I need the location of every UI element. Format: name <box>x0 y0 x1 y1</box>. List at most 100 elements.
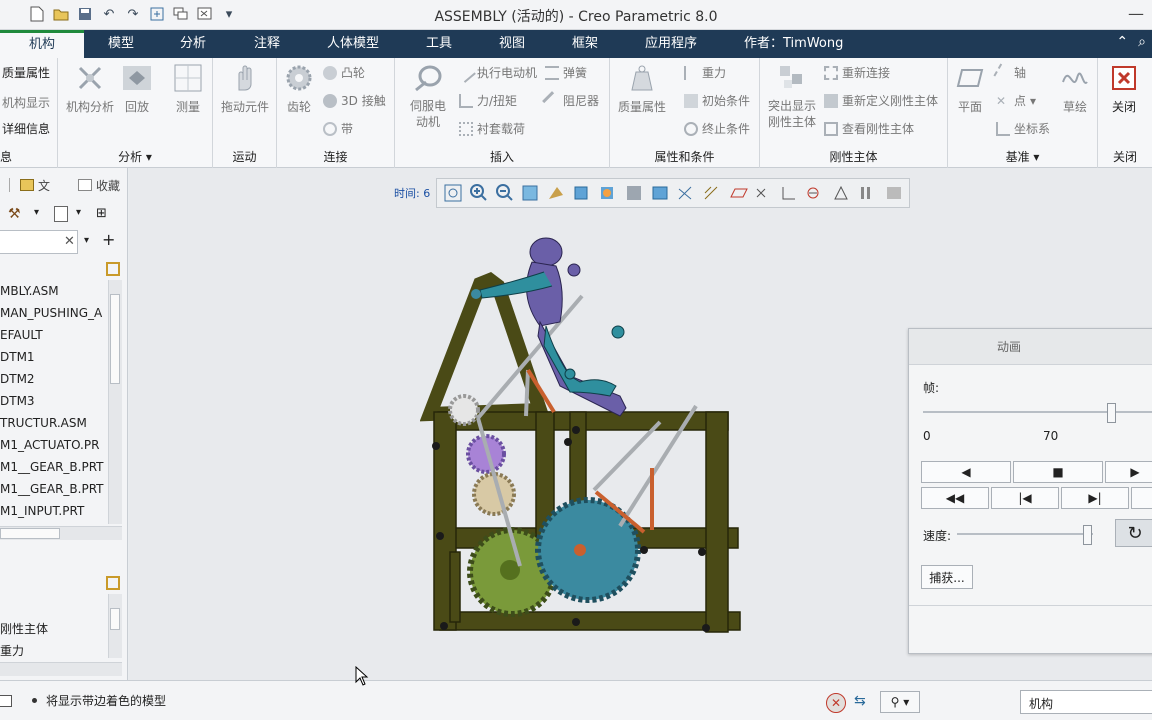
point-display-icon[interactable] <box>756 188 766 198</box>
tree-scroll-thumb[interactable] <box>110 294 120 384</box>
group-label-datum[interactable]: 基准 ▾ <box>948 148 1097 165</box>
tab-model-tree[interactable] <box>0 174 10 196</box>
plane-display-icon[interactable] <box>730 188 748 198</box>
termination-condition-item[interactable]: 终止条件 <box>684 120 750 137</box>
lower-scrollbar[interactable] <box>108 594 122 658</box>
zoom-in-icon[interactable] <box>470 184 487 201</box>
tree-item[interactable]: TRUCTUR.ASM <box>0 416 87 430</box>
repeat-button[interactable]: ↻ <box>1115 519 1152 547</box>
tab-analysis[interactable]: 分析 <box>168 30 218 58</box>
smart-select-icon[interactable]: ⇆ <box>854 693 866 709</box>
fast-forward-button[interactable] <box>1131 487 1152 509</box>
frame-slider-thumb[interactable] <box>1107 403 1116 423</box>
tree-item[interactable]: DTM3 <box>0 394 35 408</box>
mass-properties-button[interactable]: 质量属性 <box>616 62 668 115</box>
stop-button[interactable]: ■ <box>1013 461 1103 483</box>
tab-annotate[interactable]: 注释 <box>242 30 292 58</box>
zoom-out-icon[interactable] <box>496 184 513 201</box>
tree-item[interactable]: MBLY.ASM <box>0 284 59 298</box>
tree-item[interactable]: M1__GEAR_B.PRT <box>0 460 104 474</box>
rewind-button[interactable]: ◀◀ <box>921 487 989 509</box>
view-rigid-body-item[interactable]: 查看刚性主体 <box>824 120 914 137</box>
speed-slider-thumb[interactable] <box>1083 525 1092 545</box>
status-toggle-icon[interactable] <box>0 695 12 707</box>
tree-filter-icon[interactable]: ⊞ <box>96 206 107 221</box>
axis-item[interactable]: 轴 <box>993 62 1026 83</box>
tree-hscroll-thumb[interactable] <box>0 528 60 539</box>
spring-item[interactable]: 弹簧 <box>545 64 587 81</box>
lower-list-item[interactable]: 刚性主体 <box>0 620 48 637</box>
tab-model[interactable]: 模型 <box>96 30 146 58</box>
play-backward-button[interactable]: ◀ <box>921 461 1011 483</box>
coordinate-system-item[interactable]: 坐标系 <box>996 120 1050 137</box>
no-selection-icon[interactable]: ✕ <box>826 693 846 713</box>
cam-item[interactable]: 凸轮 <box>323 64 365 81</box>
mechanism-display-icon[interactable] <box>807 187 819 199</box>
find-icon[interactable]: ⚲ ▾ <box>880 691 920 713</box>
tree-item[interactable]: MAN_PUSHING_A <box>0 306 102 320</box>
search-dropdown-icon[interactable]: ▾ <box>84 235 89 246</box>
tree-item[interactable]: DTM2 <box>0 372 35 386</box>
spin-center-icon[interactable] <box>549 187 563 199</box>
tab-applications[interactable]: 应用程序 <box>636 30 706 58</box>
frame-slider-track[interactable] <box>923 411 1152 413</box>
tree-settings-icon[interactable]: ⚒ <box>8 206 21 222</box>
tree-scrollbar[interactable] <box>108 280 122 524</box>
tree-item[interactable]: M1_INPUT.PRT <box>0 504 84 518</box>
tab-view[interactable]: 视图 <box>487 30 537 58</box>
servo-motor-button[interactable]: 伺服电动机 <box>399 62 457 130</box>
tree-column-icon[interactable] <box>106 262 120 276</box>
actuator-motor-item[interactable]: 执行电动机 <box>456 62 537 83</box>
refit-icon[interactable] <box>444 184 462 202</box>
mechanism-display-item[interactable]: 机构显示 <box>2 94 50 111</box>
previous-frame-button[interactable]: |◀ <box>991 487 1059 509</box>
plane-button[interactable]: 平面 <box>952 62 988 115</box>
csys-display-icon[interactable] <box>782 187 795 200</box>
mechanism-model[interactable] <box>420 236 750 640</box>
redefine-rigid-body-item[interactable]: 重新定义刚性主体 <box>824 92 938 109</box>
group-label-analysis[interactable]: 分析 ▾ <box>58 148 212 165</box>
datum-display-icon[interactable] <box>678 186 692 200</box>
lower-list-item[interactable]: 重力 <box>0 642 24 659</box>
drag-components-button[interactable]: 拖动元件 <box>217 62 273 115</box>
initial-condition-item[interactable]: 初始条件 <box>684 92 750 109</box>
belt-item[interactable]: 带 <box>323 120 353 137</box>
point-dropdown-icon[interactable]: ▾ <box>1030 94 1036 108</box>
reconnect-item[interactable]: 重新连接 <box>824 64 890 81</box>
tab-favorites[interactable]: 收藏 <box>78 174 120 196</box>
display-style-icon[interactable] <box>601 187 613 199</box>
minimize-icon[interactable]: — <box>1128 4 1144 23</box>
lower-scroll-thumb[interactable] <box>110 608 120 630</box>
lower-hscrollbar[interactable] <box>0 662 122 676</box>
play-forward-button[interactable]: ▶ <box>1105 461 1152 483</box>
collapse-ribbon-icon[interactable]: ⌃ <box>1116 34 1128 50</box>
bushing-load-item[interactable]: 衬套载荷 <box>459 120 525 137</box>
tab-folder-browser[interactable]: 文 <box>20 174 50 196</box>
details-item[interactable]: 详细信息 <box>2 120 50 137</box>
speed-slider-track[interactable] <box>957 533 1093 535</box>
clear-search-icon[interactable]: ✕ <box>64 234 75 249</box>
mechanism-analysis-button[interactable]: 机构分析 <box>64 62 116 115</box>
playback-button[interactable]: 回放 <box>120 62 154 115</box>
tab-mechanism[interactable]: 机构 <box>0 30 84 58</box>
tab-tools[interactable]: 工具 <box>414 30 464 58</box>
damper-item[interactable]: 阻尼器 <box>542 90 599 111</box>
stop-icon[interactable] <box>887 187 901 199</box>
search-icon[interactable]: ⌕ <box>1138 34 1146 50</box>
tree-item[interactable]: M1_ACTUATO.PR <box>0 438 99 452</box>
tree-hscrollbar[interactable] <box>0 526 122 540</box>
add-item-icon[interactable]: + <box>102 230 115 249</box>
tab-frame[interactable]: 框架 <box>560 30 610 58</box>
saved-views-icon[interactable] <box>574 186 588 200</box>
show-list-icon[interactable] <box>54 206 68 222</box>
tree-settings-dropdown-icon[interactable]: ▾ <box>34 207 39 218</box>
gears-button[interactable]: 齿轮 <box>281 62 317 115</box>
pause-icon[interactable] <box>861 187 870 199</box>
highlight-rigid-body-button[interactable]: 突出显示刚性主体 <box>764 62 820 130</box>
selection-filter-dropdown[interactable]: 机构 <box>1020 690 1152 714</box>
show-dropdown-icon[interactable]: ▾ <box>76 207 81 218</box>
lower-column-icon[interactable] <box>106 576 120 590</box>
close-button[interactable]: 关闭 <box>1106 62 1142 115</box>
annotation-display-icon[interactable] <box>834 185 848 200</box>
tree-item[interactable]: EFAULT <box>0 328 43 342</box>
